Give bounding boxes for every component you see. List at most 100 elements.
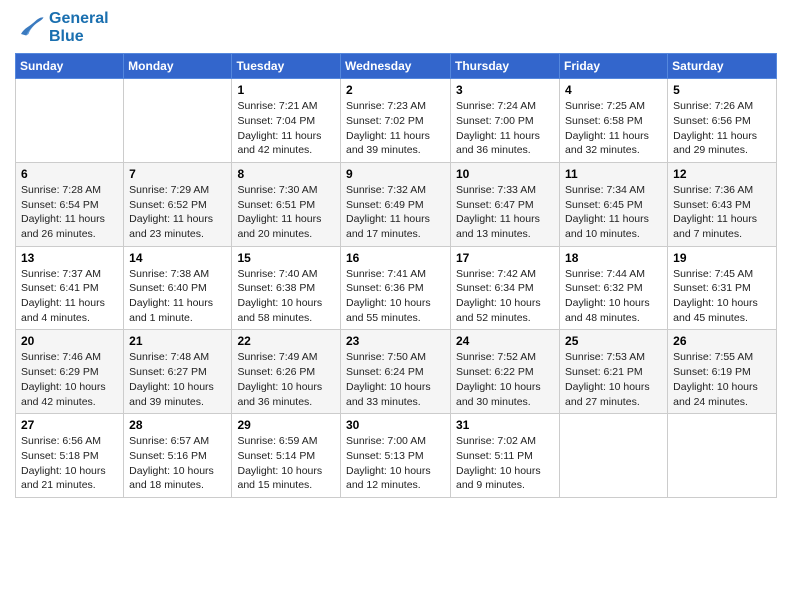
day-number: 19 — [673, 251, 771, 265]
calendar-cell: 4 Sunrise: 7:25 AMSunset: 6:58 PMDaylight… — [560, 79, 668, 163]
calendar-week-row: 27 Sunrise: 6:56 AMSunset: 5:18 PMDayligh… — [16, 414, 777, 498]
calendar-cell: 13 Sunrise: 7:37 AMSunset: 6:41 PMDayligh… — [16, 246, 124, 330]
day-info: Sunrise: 7:52 AMSunset: 6:22 PMDaylight:… — [456, 350, 554, 409]
day-info: Sunrise: 7:40 AMSunset: 6:38 PMDaylight:… — [237, 267, 335, 326]
day-number: 18 — [565, 251, 662, 265]
calendar-body: 1 Sunrise: 7:21 AMSunset: 7:04 PMDaylight… — [16, 79, 777, 498]
calendar-cell: 16 Sunrise: 7:41 AMSunset: 6:36 PMDayligh… — [341, 246, 451, 330]
day-info: Sunrise: 6:56 AMSunset: 5:18 PMDaylight:… — [21, 434, 118, 493]
calendar-cell: 2 Sunrise: 7:23 AMSunset: 7:02 PMDaylight… — [341, 79, 451, 163]
day-info: Sunrise: 6:59 AMSunset: 5:14 PMDaylight:… — [237, 434, 335, 493]
weekday-header: Friday — [560, 54, 668, 79]
day-info: Sunrise: 7:23 AMSunset: 7:02 PMDaylight:… — [346, 99, 445, 158]
logo-text: General Blue — [49, 10, 109, 45]
day-info: Sunrise: 7:29 AMSunset: 6:52 PMDaylight:… — [129, 183, 226, 242]
day-number: 24 — [456, 334, 554, 348]
day-number: 29 — [237, 418, 335, 432]
day-info: Sunrise: 7:46 AMSunset: 6:29 PMDaylight:… — [21, 350, 118, 409]
weekday-row: SundayMondayTuesdayWednesdayThursdayFrid… — [16, 54, 777, 79]
calendar-week-row: 6Sunrise: 7:28 AMSunset: 6:54 PMDaylight… — [16, 162, 777, 246]
calendar-cell: 1 Sunrise: 7:21 AMSunset: 7:04 PMDaylight… — [232, 79, 341, 163]
day-number: 4 — [565, 83, 662, 97]
calendar-cell: 14Sunrise: 7:38 AMSunset: 6:40 PMDayligh… — [124, 246, 232, 330]
day-number: 1 — [237, 83, 335, 97]
day-number: 28 — [129, 418, 226, 432]
day-number: 9 — [346, 167, 445, 181]
calendar-header: SundayMondayTuesdayWednesdayThursdayFrid… — [16, 54, 777, 79]
calendar-week-row: 13 Sunrise: 7:37 AMSunset: 6:41 PMDayligh… — [16, 246, 777, 330]
calendar-cell: 12Sunrise: 7:36 AMSunset: 6:43 PMDayligh… — [668, 162, 777, 246]
calendar-cell: 21 Sunrise: 7:48 AMSunset: 6:27 PMDayligh… — [124, 330, 232, 414]
day-number: 20 — [21, 334, 118, 348]
day-info: Sunrise: 7:37 AMSunset: 6:41 PMDaylight:… — [21, 267, 118, 326]
calendar-cell: 11Sunrise: 7:34 AMSunset: 6:45 PMDayligh… — [560, 162, 668, 246]
calendar-cell: 22 Sunrise: 7:49 AMSunset: 6:26 PMDayligh… — [232, 330, 341, 414]
calendar-cell: 15 Sunrise: 7:40 AMSunset: 6:38 PMDayligh… — [232, 246, 341, 330]
day-info: Sunrise: 7:42 AMSunset: 6:34 PMDaylight:… — [456, 267, 554, 326]
day-number: 3 — [456, 83, 554, 97]
day-number: 13 — [21, 251, 118, 265]
calendar-cell: 10Sunrise: 7:33 AMSunset: 6:47 PMDayligh… — [451, 162, 560, 246]
calendar-cell: 19 Sunrise: 7:45 AMSunset: 6:31 PMDayligh… — [668, 246, 777, 330]
day-number: 21 — [129, 334, 226, 348]
day-info: Sunrise: 7:38 AMSunset: 6:40 PMDaylight:… — [129, 267, 226, 326]
calendar-cell: 20 Sunrise: 7:46 AMSunset: 6:29 PMDayligh… — [16, 330, 124, 414]
calendar-cell: 7 Sunrise: 7:29 AMSunset: 6:52 PMDaylight… — [124, 162, 232, 246]
day-info: Sunrise: 7:21 AMSunset: 7:04 PMDaylight:… — [237, 99, 335, 158]
day-number: 31 — [456, 418, 554, 432]
day-number: 17 — [456, 251, 554, 265]
calendar-cell: 3 Sunrise: 7:24 AMSunset: 7:00 PMDaylight… — [451, 79, 560, 163]
day-info: Sunrise: 7:48 AMSunset: 6:27 PMDaylight:… — [129, 350, 226, 409]
day-info: Sunrise: 7:53 AMSunset: 6:21 PMDaylight:… — [565, 350, 662, 409]
calendar-cell: 25 Sunrise: 7:53 AMSunset: 6:21 PMDayligh… — [560, 330, 668, 414]
day-info: Sunrise: 7:55 AMSunset: 6:19 PMDaylight:… — [673, 350, 771, 409]
day-number: 22 — [237, 334, 335, 348]
calendar-cell: 29 Sunrise: 6:59 AMSunset: 5:14 PMDayligh… — [232, 414, 341, 498]
calendar-week-row: 1 Sunrise: 7:21 AMSunset: 7:04 PMDaylight… — [16, 79, 777, 163]
day-info: Sunrise: 7:00 AMSunset: 5:13 PMDaylight:… — [346, 434, 445, 493]
day-info: Sunrise: 7:33 AMSunset: 6:47 PMDaylight:… — [456, 183, 554, 242]
weekday-header: Monday — [124, 54, 232, 79]
calendar-cell — [16, 79, 124, 163]
day-number: 23 — [346, 334, 445, 348]
day-number: 15 — [237, 251, 335, 265]
calendar-cell — [668, 414, 777, 498]
calendar-cell: 23 Sunrise: 7:50 AMSunset: 6:24 PMDayligh… — [341, 330, 451, 414]
page-container: General Blue SundayMondayTuesdayWednesda… — [0, 0, 792, 508]
day-number: 16 — [346, 251, 445, 265]
day-info: Sunrise: 7:50 AMSunset: 6:24 PMDaylight:… — [346, 350, 445, 409]
day-info: Sunrise: 7:26 AMSunset: 6:56 PMDaylight:… — [673, 99, 771, 158]
day-number: 8 — [237, 167, 335, 181]
day-info: Sunrise: 7:24 AMSunset: 7:00 PMDaylight:… — [456, 99, 554, 158]
day-number: 25 — [565, 334, 662, 348]
day-number: 2 — [346, 83, 445, 97]
weekday-header: Wednesday — [341, 54, 451, 79]
calendar-cell: 8 Sunrise: 7:30 AMSunset: 6:51 PMDaylight… — [232, 162, 341, 246]
day-number: 7 — [129, 167, 226, 181]
calendar-week-row: 20 Sunrise: 7:46 AMSunset: 6:29 PMDayligh… — [16, 330, 777, 414]
calendar-cell: 6Sunrise: 7:28 AMSunset: 6:54 PMDaylight… — [16, 162, 124, 246]
day-info: Sunrise: 7:32 AMSunset: 6:49 PMDaylight:… — [346, 183, 445, 242]
page-header: General Blue — [15, 10, 777, 45]
day-number: 5 — [673, 83, 771, 97]
calendar-cell — [560, 414, 668, 498]
calendar-cell: 9 Sunrise: 7:32 AMSunset: 6:49 PMDaylight… — [341, 162, 451, 246]
day-info: Sunrise: 7:30 AMSunset: 6:51 PMDaylight:… — [237, 183, 335, 242]
calendar-table: SundayMondayTuesdayWednesdayThursdayFrid… — [15, 53, 777, 498]
calendar-cell: 28Sunrise: 6:57 AMSunset: 5:16 PMDayligh… — [124, 414, 232, 498]
calendar-cell — [124, 79, 232, 163]
day-number: 27 — [21, 418, 118, 432]
day-number: 30 — [346, 418, 445, 432]
day-info: Sunrise: 7:41 AMSunset: 6:36 PMDaylight:… — [346, 267, 445, 326]
calendar-cell: 17 Sunrise: 7:42 AMSunset: 6:34 PMDayligh… — [451, 246, 560, 330]
calendar-cell: 24 Sunrise: 7:52 AMSunset: 6:22 PMDayligh… — [451, 330, 560, 414]
calendar-cell: 30 Sunrise: 7:00 AMSunset: 5:13 PMDayligh… — [341, 414, 451, 498]
day-info: Sunrise: 7:49 AMSunset: 6:26 PMDaylight:… — [237, 350, 335, 409]
day-info: Sunrise: 7:45 AMSunset: 6:31 PMDaylight:… — [673, 267, 771, 326]
weekday-header: Saturday — [668, 54, 777, 79]
logo: General Blue — [15, 10, 109, 45]
calendar-cell: 27 Sunrise: 6:56 AMSunset: 5:18 PMDayligh… — [16, 414, 124, 498]
calendar-cell: 31Sunrise: 7:02 AMSunset: 5:11 PMDayligh… — [451, 414, 560, 498]
day-number: 12 — [673, 167, 771, 181]
day-info: Sunrise: 7:25 AMSunset: 6:58 PMDaylight:… — [565, 99, 662, 158]
